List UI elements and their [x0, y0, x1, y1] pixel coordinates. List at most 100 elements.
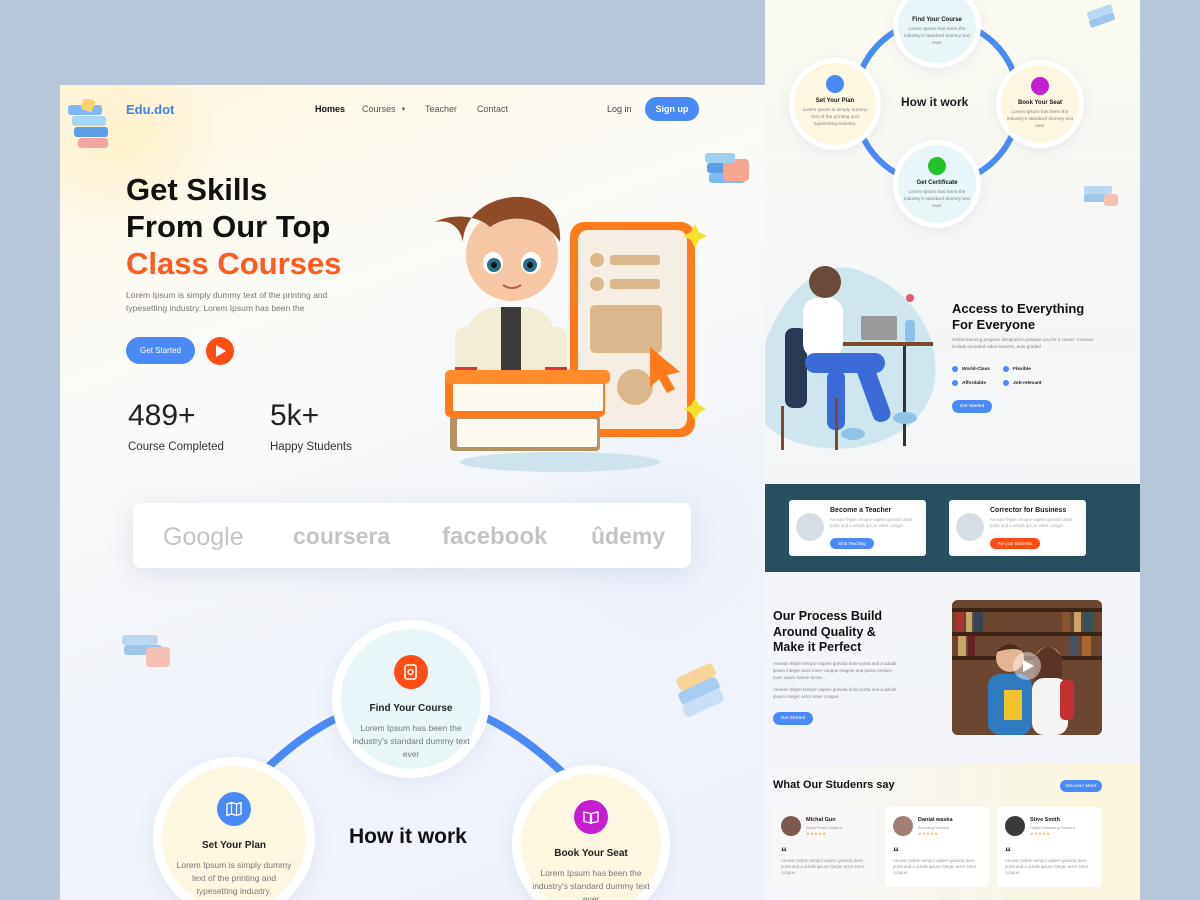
map-icon	[826, 75, 844, 93]
students-photo	[952, 600, 1102, 735]
nav-link-contact[interactable]: Contact	[477, 104, 508, 114]
testimonial-text: Aenean feljam tempor sapien gravida done…	[893, 858, 977, 875]
books-stack-icon	[122, 635, 170, 667]
hero-title-highlight: Class Courses	[126, 246, 342, 281]
signup-button[interactable]: Sign up	[645, 97, 699, 121]
side-step-get-certificate: Get Certificate Lorem Ipsum has been the…	[893, 140, 981, 228]
search-doc-icon	[394, 655, 428, 689]
login-link[interactable]: Log in	[607, 104, 632, 114]
google-logo: Google	[163, 523, 244, 551]
access-title-line: For Everyone	[952, 317, 1036, 332]
business-card: Corrector for Business Aenean feljam tem…	[949, 500, 1086, 556]
access-get-started-button[interactable]: Get Started	[952, 400, 992, 413]
process-title: Our Process Build Around Quality & Make …	[773, 609, 882, 656]
feature-label: World-Class	[962, 366, 990, 372]
stat-label: Happy Students	[270, 441, 352, 453]
hero-title-line: From Our Top	[126, 209, 331, 244]
start-teaching-button[interactable]: Strat Teaching	[830, 538, 874, 549]
step-description: Lorem Ipsum has been the industry's stan…	[532, 868, 650, 900]
udemy-logo: ûdemy	[591, 523, 666, 549]
feature-item: Flexible	[1003, 366, 1031, 372]
process-title-line: Our Process Build	[773, 609, 883, 623]
hero-illustration	[435, 196, 707, 472]
stat-label: Course Completed	[128, 441, 224, 453]
map-icon	[217, 792, 251, 826]
process-description: Aenean feljam tempor sapien gravida done…	[773, 661, 897, 680]
student-name: Michal Gun	[806, 817, 836, 823]
quote-icon: “	[893, 845, 899, 859]
chevron-down-icon: ▼	[400, 107, 407, 113]
rating-stars: ★★★★★	[806, 831, 827, 836]
card-title: Become a Teacher	[830, 507, 892, 514]
access-description: Online learning program designed to prep…	[952, 337, 1094, 349]
testimonial-text: Aenean feljam tempor sapien gravida done…	[781, 858, 865, 875]
card-description: Aenean feljam tempor sapien gravida done…	[830, 517, 912, 528]
step-title: Book Your Seat	[554, 848, 628, 859]
student-name: Stive Smith	[1030, 817, 1060, 823]
card-title: Corrector for Business	[990, 507, 1067, 514]
step-description: Lorem Ipsum is simply dummy text of the …	[802, 108, 868, 127]
coursera-logo: coursera	[293, 523, 391, 549]
testimonials-title: What Our Studenrs say	[773, 779, 895, 791]
main-landing-page: Edu.dot Homes Courses ▼ Teacher Contact L…	[60, 85, 765, 900]
stat-value: 489+	[128, 399, 196, 432]
check-icon	[1003, 366, 1009, 372]
step-description: Lorem Ipsum has been the industry's stan…	[903, 27, 971, 46]
rating-stars: ★★★★★	[918, 831, 939, 836]
facebook-logo: facebook	[442, 523, 548, 550]
quote-icon: “	[781, 845, 787, 859]
avatar	[893, 816, 913, 836]
student-role: Word Press Student	[806, 825, 842, 830]
student-role: Branding Student	[918, 825, 949, 830]
side-preview-page: Find Your Course Lorem Ipsum has been th…	[765, 0, 1140, 900]
testimonial-card: Stive Smith Digital Marketing Student ★★…	[997, 807, 1101, 887]
books-stack-icon	[1086, 4, 1116, 28]
side-step-set-plan: Set Your Plan Lorem Ipsum is simply dumm…	[789, 58, 881, 150]
card-description: Aenean feljam tempor sapien gravida done…	[990, 517, 1072, 528]
testimonial-card: Michal Gun Word Press Student ★★★★★ “ Ae…	[773, 807, 877, 887]
book-icon	[1031, 77, 1049, 95]
books-stack-icon	[676, 663, 724, 717]
play-icon	[216, 345, 226, 357]
quote-icon: “	[1005, 845, 1011, 859]
process-get-started-button[interactable]: Get Started	[773, 712, 813, 725]
nav-link-courses-label: Courses	[362, 104, 396, 114]
avatar	[781, 816, 801, 836]
feature-label: Job-relevant	[1013, 380, 1042, 386]
avatar	[796, 513, 824, 541]
students-image	[952, 600, 1102, 735]
play-video-button[interactable]	[206, 337, 234, 365]
step-description: Lorem Ipsum has been the industry's stan…	[1006, 110, 1074, 129]
check-icon	[952, 380, 958, 386]
nav-link-homes[interactable]: Homes	[315, 104, 345, 114]
feature-label: Flexible	[1013, 366, 1031, 372]
stat-students: 5k+ Happy Students	[270, 399, 352, 453]
step-title: Find Your Course	[912, 17, 962, 23]
for-business-button[interactable]: For your Business	[990, 538, 1040, 549]
book-icon	[574, 800, 608, 834]
feature-label: Affordable	[962, 380, 986, 386]
access-title-line: Access to Everything	[952, 301, 1085, 316]
nav-link-courses[interactable]: Courses ▼	[362, 104, 406, 114]
girl-laptop-illustration	[765, 266, 936, 450]
nav-link-teacher[interactable]: Teacher	[425, 104, 457, 114]
how-it-work-title: How it work	[349, 825, 467, 848]
partner-logos-bar: Google coursera facebook ûdemy	[133, 503, 691, 568]
access-title: Access to Everything For Everyone	[952, 301, 1084, 333]
stat-courses: 489+ Course Completed	[128, 399, 224, 453]
step-description: Lorem Ipsum has been the industry's stan…	[903, 190, 971, 209]
step-title: Get Certificate	[916, 180, 958, 186]
get-started-button[interactable]: Get Started	[126, 337, 195, 364]
brand-logo[interactable]: Edu.dot	[126, 102, 174, 117]
hero-title-line: Get Skills	[126, 172, 268, 207]
top-navbar: Edu.dot Homes Courses ▼ Teacher Contact L…	[60, 85, 765, 135]
discover-more-button[interactable]: Discover More	[1060, 780, 1102, 792]
side-step-book-seat: Book Your Seat Lorem Ipsum has been the …	[996, 60, 1084, 148]
stat-value: 5k+	[270, 399, 320, 432]
step-title: Find Your Course	[369, 703, 453, 714]
rating-stars: ★★★★★	[1030, 831, 1051, 836]
feature-item: Job-relevant	[1003, 380, 1042, 386]
become-teacher-card: Become a Teacher Aenean feljam tempor sa…	[789, 500, 926, 556]
avatar	[1005, 816, 1025, 836]
process-description: Aenean feljam tempor sapien gravida done…	[773, 687, 897, 699]
